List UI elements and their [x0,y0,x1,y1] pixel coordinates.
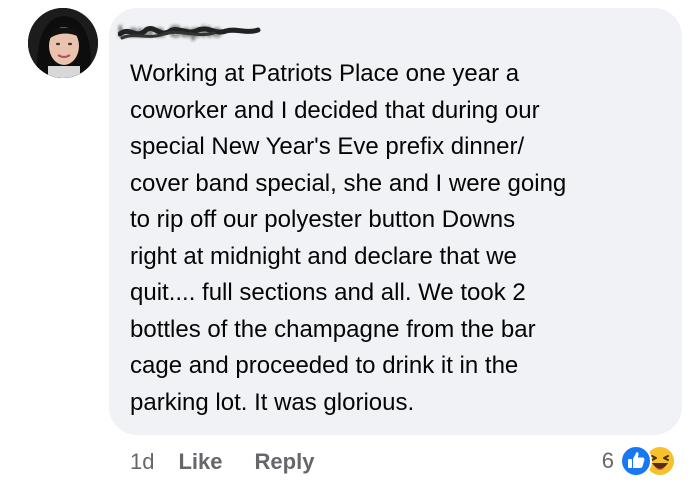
comment-author[interactable]: Laura Capito [118,20,268,44]
like-button[interactable]: Like [178,449,222,475]
reactions-summary[interactable]: 6 [602,444,678,478]
like-icon [620,445,652,477]
redaction-scribble [118,26,261,40]
reaction-icons [620,444,678,478]
comment-timestamp[interactable]: 1d [130,449,154,475]
reaction-count: 6 [601,448,614,473]
avatar-photo [28,8,98,78]
reply-button[interactable]: Reply [255,449,315,475]
avatar[interactable] [28,8,98,78]
comment-body: Working at Patriots Place one year a cow… [130,60,567,416]
comment-actions: 1d Like Reply [130,447,346,477]
